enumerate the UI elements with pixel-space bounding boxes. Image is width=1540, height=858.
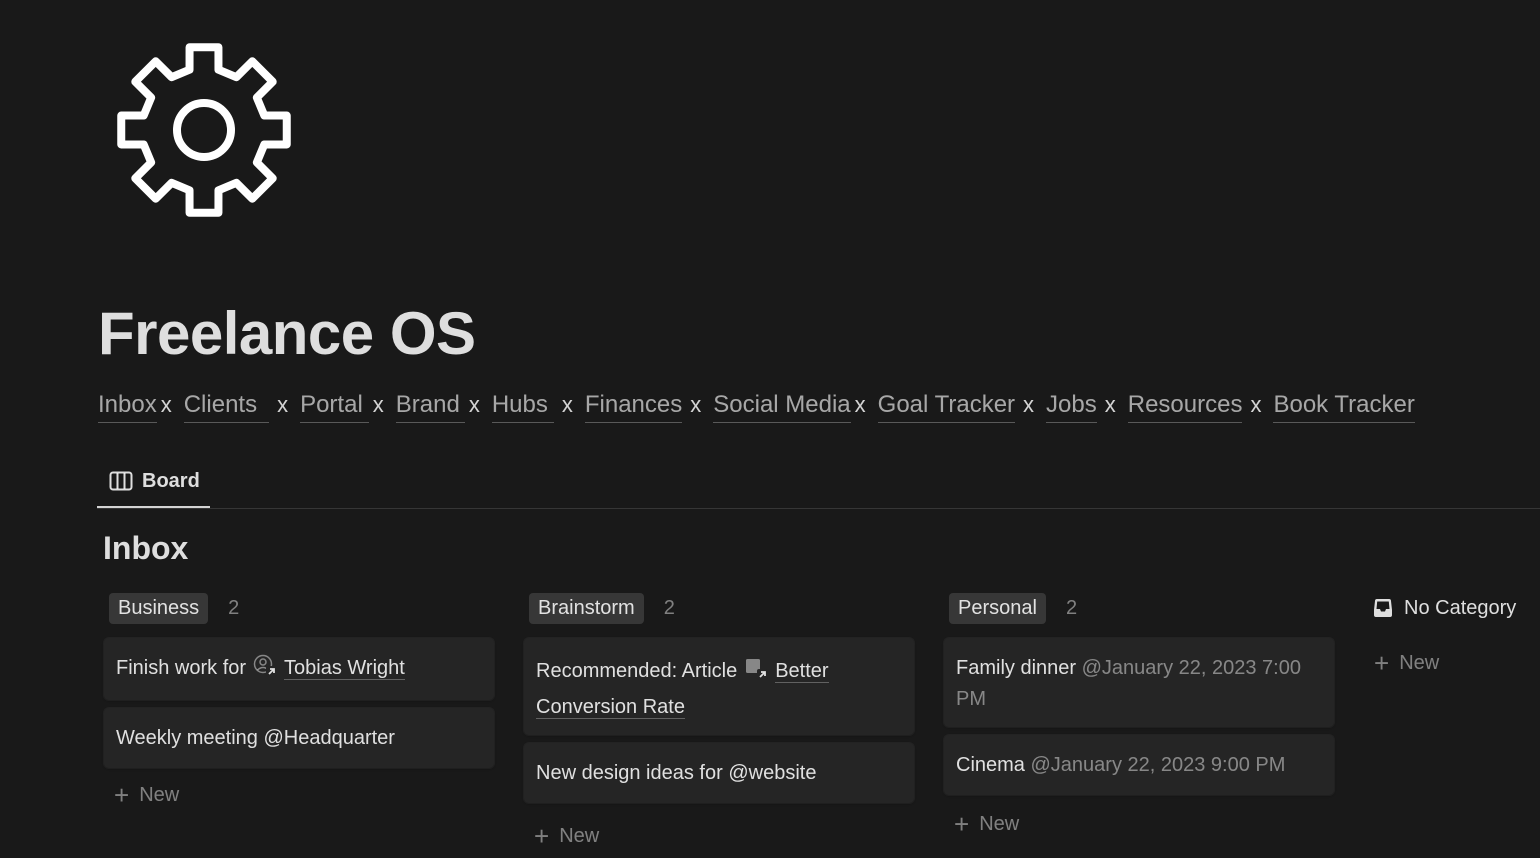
add-card-button[interactable]: + New bbox=[524, 819, 914, 853]
nav-link-inbox[interactable]: Inbox bbox=[98, 388, 157, 423]
nav-link-hubs[interactable]: Hubs bbox=[491, 388, 554, 423]
nav-link-clients[interactable]: Clients bbox=[183, 388, 270, 423]
page-title: Freelance OS bbox=[98, 300, 476, 367]
column-tag[interactable]: Brainstorm bbox=[529, 592, 644, 624]
plus-icon: + bbox=[954, 809, 970, 839]
card-text: Weekly meeting @Headquarter bbox=[116, 727, 395, 749]
nav-link-book-tracker[interactable]: Book Tracker bbox=[1273, 388, 1415, 423]
nav-link-portal[interactable]: Portal bbox=[300, 388, 369, 423]
board-card[interactable]: Weekly meeting @Headquarter bbox=[104, 708, 494, 768]
add-card-label: New bbox=[979, 812, 1020, 835]
nav-links: Inbox x Clients x Portal x Brand x Hubs … bbox=[98, 388, 1415, 424]
no-category-label: No Category bbox=[1404, 596, 1517, 619]
nav-separator: x bbox=[1023, 392, 1035, 417]
add-card-button[interactable]: + New bbox=[944, 807, 1334, 841]
card-text: Cinema bbox=[956, 754, 1025, 776]
page-link-icon bbox=[746, 659, 769, 680]
column-header: Brainstorm 2 bbox=[524, 590, 914, 626]
plus-icon: + bbox=[1374, 648, 1390, 678]
add-card-label: New bbox=[559, 824, 600, 847]
nav-separator: x bbox=[277, 392, 289, 417]
board-column-personal: Personal 2 Family dinner @January 22, 20… bbox=[944, 590, 1334, 841]
add-card-label: New bbox=[1399, 651, 1440, 674]
column-header: Business 2 bbox=[104, 590, 494, 626]
inbox-tray-icon bbox=[1374, 599, 1392, 617]
column-tag[interactable]: Personal bbox=[949, 592, 1046, 624]
board-column-business: Business 2 Finish work for Tobias Wright… bbox=[104, 590, 494, 812]
nav-link-resources[interactable]: Resources bbox=[1127, 388, 1243, 423]
board-card[interactable]: Family dinner @January 22, 2023 7:00 PM bbox=[944, 638, 1334, 727]
add-card-button[interactable]: + New bbox=[104, 778, 494, 812]
nav-link-goal-tracker[interactable]: Goal Tracker bbox=[877, 388, 1016, 423]
nav-link-brand[interactable]: Brand bbox=[395, 388, 465, 423]
board-card[interactable]: New design ideas for @website bbox=[524, 743, 914, 803]
nav-separator: x bbox=[561, 392, 573, 417]
nav-separator: x bbox=[1104, 392, 1116, 417]
column-header: Personal 2 bbox=[944, 590, 1334, 626]
nav-separator: x bbox=[1250, 392, 1262, 417]
tab-board[interactable]: Board bbox=[97, 456, 210, 508]
add-card-label: New bbox=[139, 783, 180, 806]
board-column-brainstorm: Brainstorm 2 Recommended: Article Better… bbox=[524, 590, 914, 853]
card-text: Finish work for bbox=[116, 657, 247, 679]
board-column-no-category: No Category + New bbox=[1372, 590, 1540, 680]
column-header: No Category bbox=[1372, 590, 1540, 626]
gear-icon[interactable] bbox=[108, 34, 300, 226]
nav-link-finances[interactable]: Finances bbox=[584, 388, 683, 423]
person-mention[interactable]: Tobias Wright bbox=[284, 657, 405, 680]
date-mention[interactable]: @January 22, 2023 9:00 PM bbox=[1030, 754, 1285, 776]
column-tag[interactable]: Business bbox=[109, 592, 209, 624]
nav-separator: x bbox=[854, 392, 866, 417]
add-card-button[interactable]: + New bbox=[1372, 646, 1540, 680]
plus-icon: + bbox=[534, 821, 550, 851]
board-view-icon bbox=[109, 471, 133, 491]
board-card[interactable]: Recommended: Article Better Conversion R… bbox=[524, 638, 914, 735]
nav-separator: x bbox=[690, 392, 702, 417]
nav-link-social-media[interactable]: Social Media bbox=[713, 388, 851, 423]
plus-icon: + bbox=[114, 780, 130, 810]
board-card[interactable]: Cinema @January 22, 2023 9:00 PM bbox=[944, 735, 1334, 795]
view-tabbar: Board bbox=[97, 456, 1540, 509]
database-title[interactable]: Inbox bbox=[103, 526, 188, 570]
column-count: 2 bbox=[228, 596, 240, 619]
nav-link-jobs[interactable]: Jobs bbox=[1046, 388, 1097, 423]
column-count: 2 bbox=[1065, 596, 1078, 619]
card-text: Family dinner bbox=[956, 657, 1077, 679]
page: Freelance OS Inbox x Clients x Portal x … bbox=[0, 0, 1540, 858]
card-text: Recommended: Article bbox=[536, 660, 738, 682]
board-card[interactable]: Finish work for Tobias Wright bbox=[104, 638, 494, 700]
nav-separator: x bbox=[372, 392, 384, 417]
nav-separator: x bbox=[468, 392, 480, 417]
card-text: New design ideas for @website bbox=[536, 762, 817, 784]
nav-separator: x bbox=[160, 392, 172, 417]
column-count: 2 bbox=[663, 596, 675, 619]
tab-label: Board bbox=[142, 469, 200, 492]
person-link-icon bbox=[253, 654, 278, 677]
